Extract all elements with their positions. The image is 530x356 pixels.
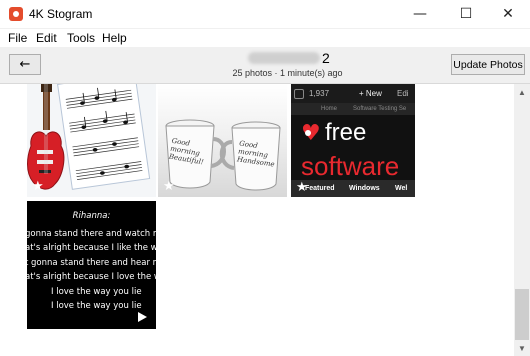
- play-icon: [138, 312, 147, 322]
- minimize-icon: —: [413, 6, 427, 22]
- profile-name-suffix: 2: [322, 50, 330, 66]
- menu-tools[interactable]: Tools: [67, 31, 95, 45]
- lyrics-line: gonna stand there and watch me b: [27, 228, 156, 239]
- star-icon: ★: [296, 180, 308, 195]
- mug-text-handsome: Good morning Handsome: [236, 139, 276, 169]
- lyrics-artist: Rihanna:: [72, 211, 111, 221]
- logo-dot: [305, 130, 311, 136]
- close-icon: ✕: [502, 6, 514, 22]
- photo-thumbnail-guitar[interactable]: ★: [27, 84, 156, 197]
- photo-thumbnail-website[interactable]: 1,937 + New Edi Home Software Testing Se…: [291, 84, 415, 197]
- website-topbar: 1,937 + New Edi: [291, 84, 415, 103]
- comment-icon: [294, 89, 304, 99]
- back-arrow-icon: ←: [19, 57, 31, 72]
- website-edit: Edi: [397, 89, 409, 98]
- website-subnav-testing: Software Testing Se: [353, 106, 407, 112]
- back-button[interactable]: ←: [9, 54, 41, 75]
- lyrics-line: I love the way you lie: [51, 286, 142, 297]
- minimize-button[interactable]: —: [398, 0, 442, 28]
- scroll-down-icon: ▼: [518, 343, 526, 353]
- website-nav: Featured Windows Wel: [291, 180, 415, 197]
- lyrics-line: at's alright because I like the way it: [27, 243, 156, 253]
- logo-word-software: software: [301, 151, 400, 181]
- star-icon: ★: [163, 179, 175, 194]
- redacted-username: [248, 52, 320, 64]
- ilovefreesoftware-logo: ♥ free software: [301, 119, 400, 181]
- toolbar: ← 2 25 photos · 1 minute(s) ago Update P…: [0, 47, 530, 84]
- update-photos-button[interactable]: Update Photos: [451, 54, 525, 75]
- website-subnav: Home Software Testing Se: [291, 103, 415, 115]
- scroll-down-button[interactable]: ▼: [514, 340, 530, 356]
- guitar-music-art: [27, 84, 151, 190]
- logo-word-free: free: [325, 119, 367, 146]
- video-thumbnail-lyrics[interactable]: Rihanna: gonna stand there and watch me …: [27, 201, 156, 329]
- profile-name: 2: [248, 50, 330, 66]
- photo-gallery: ★ Good morning Beautiful! Good morning H…: [0, 84, 514, 356]
- close-button[interactable]: ✕: [486, 0, 530, 28]
- star-icon: ★: [32, 179, 44, 194]
- vertical-scrollbar[interactable]: ▲ ▼: [514, 84, 530, 356]
- app-logo-icon: [9, 7, 23, 21]
- menu-help[interactable]: Help: [102, 31, 127, 45]
- maximize-button[interactable]: ☐: [444, 0, 488, 28]
- photo-thumbnail-mugs[interactable]: Good morning Beautiful! Good morning Han…: [158, 84, 287, 197]
- lyrics-line: t gonna stand there and hear me c: [27, 257, 156, 268]
- website-nav-web: Wel: [395, 185, 408, 192]
- menu-file[interactable]: File: [8, 31, 27, 45]
- website-subnav-home: Home: [321, 106, 338, 112]
- scroll-up-button[interactable]: ▲: [514, 84, 530, 100]
- scroll-up-icon: ▲: [518, 87, 526, 97]
- profile-meta: 25 photos · 1 minute(s) ago: [232, 68, 343, 78]
- heart-icon: ♥: [301, 122, 321, 146]
- scrollbar-thumb[interactable]: [515, 289, 529, 340]
- website-count: 1,937: [309, 89, 330, 98]
- menu-edit[interactable]: Edit: [36, 31, 57, 45]
- lyrics-line: at's alright because I love the way it: [27, 272, 156, 282]
- title-bar: 4K Stogram — ☐ ✕: [0, 0, 530, 29]
- maximize-icon: ☐: [459, 6, 473, 22]
- website-new: + New: [359, 89, 382, 98]
- website-nav-featured: Featured: [305, 185, 335, 192]
- lyrics-text: Rihanna: gonna stand there and watch me …: [27, 209, 156, 314]
- window-title: 4K Stogram: [29, 7, 93, 21]
- menu-bar: File Edit Tools Help: [0, 29, 530, 47]
- website-nav-windows: Windows: [349, 185, 380, 192]
